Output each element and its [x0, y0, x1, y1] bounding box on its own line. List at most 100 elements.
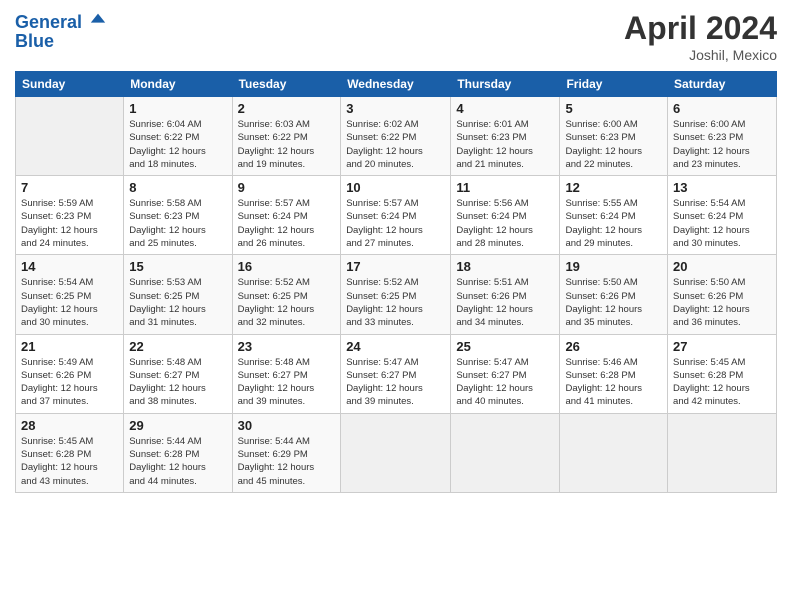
- day-info: Sunrise: 5:50 AMSunset: 6:26 PMDaylight:…: [673, 276, 771, 329]
- day-info: Sunrise: 5:51 AMSunset: 6:26 PMDaylight:…: [456, 276, 554, 329]
- col-header-wednesday: Wednesday: [341, 72, 451, 97]
- day-cell: 6 Sunrise: 6:00 AMSunset: 6:23 PMDaylight…: [668, 97, 777, 176]
- day-number: 3: [346, 101, 445, 116]
- day-info: Sunrise: 5:44 AMSunset: 6:29 PMDaylight:…: [238, 435, 336, 488]
- day-cell: 12 Sunrise: 5:55 AMSunset: 6:24 PMDayligh…: [560, 176, 668, 255]
- week-row-4: 21 Sunrise: 5:49 AMSunset: 6:26 PMDayligh…: [16, 334, 777, 413]
- day-cell: 7 Sunrise: 5:59 AMSunset: 6:23 PMDaylight…: [16, 176, 124, 255]
- logo-text: General Blue: [15, 10, 107, 52]
- day-info: Sunrise: 5:52 AMSunset: 6:25 PMDaylight:…: [346, 276, 445, 329]
- day-cell: 24Sunrise: 5:47 AMSunset: 6:27 PMDayligh…: [341, 334, 451, 413]
- day-number: 2: [238, 101, 336, 116]
- col-header-saturday: Saturday: [668, 72, 777, 97]
- day-cell: [451, 413, 560, 492]
- day-cell: 28Sunrise: 5:45 AMSunset: 6:28 PMDayligh…: [16, 413, 124, 492]
- day-cell: 9Sunrise: 5:57 AMSunset: 6:24 PMDaylight…: [232, 176, 341, 255]
- day-number: 7: [21, 180, 118, 195]
- day-info: Sunrise: 6:03 AMSunset: 6:22 PMDaylight:…: [238, 118, 336, 171]
- day-number: 20: [673, 259, 771, 274]
- week-row-1: 1Sunrise: 6:04 AMSunset: 6:22 PMDaylight…: [16, 97, 777, 176]
- day-number: 21: [21, 339, 118, 354]
- day-number: 9: [238, 180, 336, 195]
- day-info: Sunrise: 5:57 AMSunset: 6:24 PMDaylight:…: [346, 197, 445, 250]
- day-number: 26: [565, 339, 662, 354]
- day-cell: 18 Sunrise: 5:51 AMSunset: 6:26 PMDayligh…: [451, 255, 560, 334]
- day-cell: 3Sunrise: 6:02 AMSunset: 6:22 PMDaylight…: [341, 97, 451, 176]
- day-info: Sunrise: 5:52 AMSunset: 6:25 PMDaylight:…: [238, 276, 336, 329]
- day-number: 27: [673, 339, 771, 354]
- day-cell: 22Sunrise: 5:48 AMSunset: 6:27 PMDayligh…: [124, 334, 232, 413]
- day-cell: 5 Sunrise: 6:00 AMSunset: 6:23 PMDaylight…: [560, 97, 668, 176]
- day-info: Sunrise: 5:47 AMSunset: 6:27 PMDaylight:…: [456, 356, 554, 409]
- day-number: 19: [565, 259, 662, 274]
- day-cell: [560, 413, 668, 492]
- day-number: 22: [129, 339, 226, 354]
- day-cell: 30 Sunrise: 5:44 AMSunset: 6:29 PMDayligh…: [232, 413, 341, 492]
- col-header-thursday: Thursday: [451, 72, 560, 97]
- day-cell: 11Sunrise: 5:56 AMSunset: 6:24 PMDayligh…: [451, 176, 560, 255]
- day-cell: [668, 413, 777, 492]
- day-cell: 19 Sunrise: 5:50 AMSunset: 6:26 PMDayligh…: [560, 255, 668, 334]
- day-info: Sunrise: 5:48 AMSunset: 6:27 PMDaylight:…: [238, 356, 336, 409]
- day-number: 13: [673, 180, 771, 195]
- day-cell: 13 Sunrise: 5:54 AMSunset: 6:24 PMDayligh…: [668, 176, 777, 255]
- day-number: 16: [238, 259, 336, 274]
- calendar-table: SundayMondayTuesdayWednesdayThursdayFrid…: [15, 71, 777, 493]
- day-info: Sunrise: 5:53 AMSunset: 6:25 PMDaylight:…: [129, 276, 226, 329]
- col-header-sunday: Sunday: [16, 72, 124, 97]
- day-number: 5: [565, 101, 662, 116]
- day-number: 23: [238, 339, 336, 354]
- logo-icon: [89, 10, 107, 28]
- day-number: 12: [565, 180, 662, 195]
- day-cell: 2 Sunrise: 6:03 AMSunset: 6:22 PMDaylight…: [232, 97, 341, 176]
- day-number: 4: [456, 101, 554, 116]
- day-cell: 27Sunrise: 5:45 AMSunset: 6:28 PMDayligh…: [668, 334, 777, 413]
- day-info: Sunrise: 5:46 AMSunset: 6:28 PMDaylight:…: [565, 356, 662, 409]
- day-info: Sunrise: 5:56 AMSunset: 6:24 PMDaylight:…: [456, 197, 554, 250]
- col-header-monday: Monday: [124, 72, 232, 97]
- day-cell: 20 Sunrise: 5:50 AMSunset: 6:26 PMDayligh…: [668, 255, 777, 334]
- calendar-header-row: SundayMondayTuesdayWednesdayThursdayFrid…: [16, 72, 777, 97]
- day-cell: 26 Sunrise: 5:46 AMSunset: 6:28 PMDayligh…: [560, 334, 668, 413]
- day-info: Sunrise: 5:54 AMSunset: 6:25 PMDaylight:…: [21, 276, 118, 329]
- day-info: Sunrise: 5:55 AMSunset: 6:24 PMDaylight:…: [565, 197, 662, 250]
- day-info: Sunrise: 5:44 AMSunset: 6:28 PMDaylight:…: [129, 435, 226, 488]
- col-header-friday: Friday: [560, 72, 668, 97]
- day-info: Sunrise: 5:47 AMSunset: 6:27 PMDaylight:…: [346, 356, 445, 409]
- day-cell: 4Sunrise: 6:01 AMSunset: 6:23 PMDaylight…: [451, 97, 560, 176]
- header: General Blue April 2024 Joshil, Mexico: [15, 10, 777, 63]
- day-info: Sunrise: 5:54 AMSunset: 6:24 PMDaylight:…: [673, 197, 771, 250]
- day-cell: 15Sunrise: 5:53 AMSunset: 6:25 PMDayligh…: [124, 255, 232, 334]
- day-info: Sunrise: 6:00 AMSunset: 6:23 PMDaylight:…: [565, 118, 662, 171]
- day-number: 29: [129, 418, 226, 433]
- day-info: Sunrise: 5:49 AMSunset: 6:26 PMDaylight:…: [21, 356, 118, 409]
- calendar-container: General Blue April 2024 Joshil, Mexico S…: [0, 0, 792, 503]
- day-info: Sunrise: 5:58 AMSunset: 6:23 PMDaylight:…: [129, 197, 226, 250]
- week-row-2: 7 Sunrise: 5:59 AMSunset: 6:23 PMDaylight…: [16, 176, 777, 255]
- day-info: Sunrise: 5:59 AMSunset: 6:23 PMDaylight:…: [21, 197, 118, 250]
- day-number: 25: [456, 339, 554, 354]
- day-cell: 1Sunrise: 6:04 AMSunset: 6:22 PMDaylight…: [124, 97, 232, 176]
- day-number: 18: [456, 259, 554, 274]
- day-info: Sunrise: 6:00 AMSunset: 6:23 PMDaylight:…: [673, 118, 771, 171]
- day-number: 1: [129, 101, 226, 116]
- day-cell: 17 Sunrise: 5:52 AMSunset: 6:25 PMDayligh…: [341, 255, 451, 334]
- day-cell: 16 Sunrise: 5:52 AMSunset: 6:25 PMDayligh…: [232, 255, 341, 334]
- calendar-body: 1Sunrise: 6:04 AMSunset: 6:22 PMDaylight…: [16, 97, 777, 493]
- day-cell: 25 Sunrise: 5:47 AMSunset: 6:27 PMDayligh…: [451, 334, 560, 413]
- day-number: 14: [21, 259, 118, 274]
- logo: General Blue: [15, 10, 107, 52]
- month-title: April 2024: [624, 10, 777, 47]
- day-cell: 23 Sunrise: 5:48 AMSunset: 6:27 PMDayligh…: [232, 334, 341, 413]
- day-cell: 8Sunrise: 5:58 AMSunset: 6:23 PMDaylight…: [124, 176, 232, 255]
- day-number: 10: [346, 180, 445, 195]
- title-block: April 2024 Joshil, Mexico: [624, 10, 777, 63]
- day-cell: 10 Sunrise: 5:57 AMSunset: 6:24 PMDayligh…: [341, 176, 451, 255]
- day-number: 30: [238, 418, 336, 433]
- location-subtitle: Joshil, Mexico: [624, 47, 777, 63]
- day-cell: [16, 97, 124, 176]
- day-number: 17: [346, 259, 445, 274]
- week-row-5: 28Sunrise: 5:45 AMSunset: 6:28 PMDayligh…: [16, 413, 777, 492]
- day-info: Sunrise: 5:50 AMSunset: 6:26 PMDaylight:…: [565, 276, 662, 329]
- day-number: 6: [673, 101, 771, 116]
